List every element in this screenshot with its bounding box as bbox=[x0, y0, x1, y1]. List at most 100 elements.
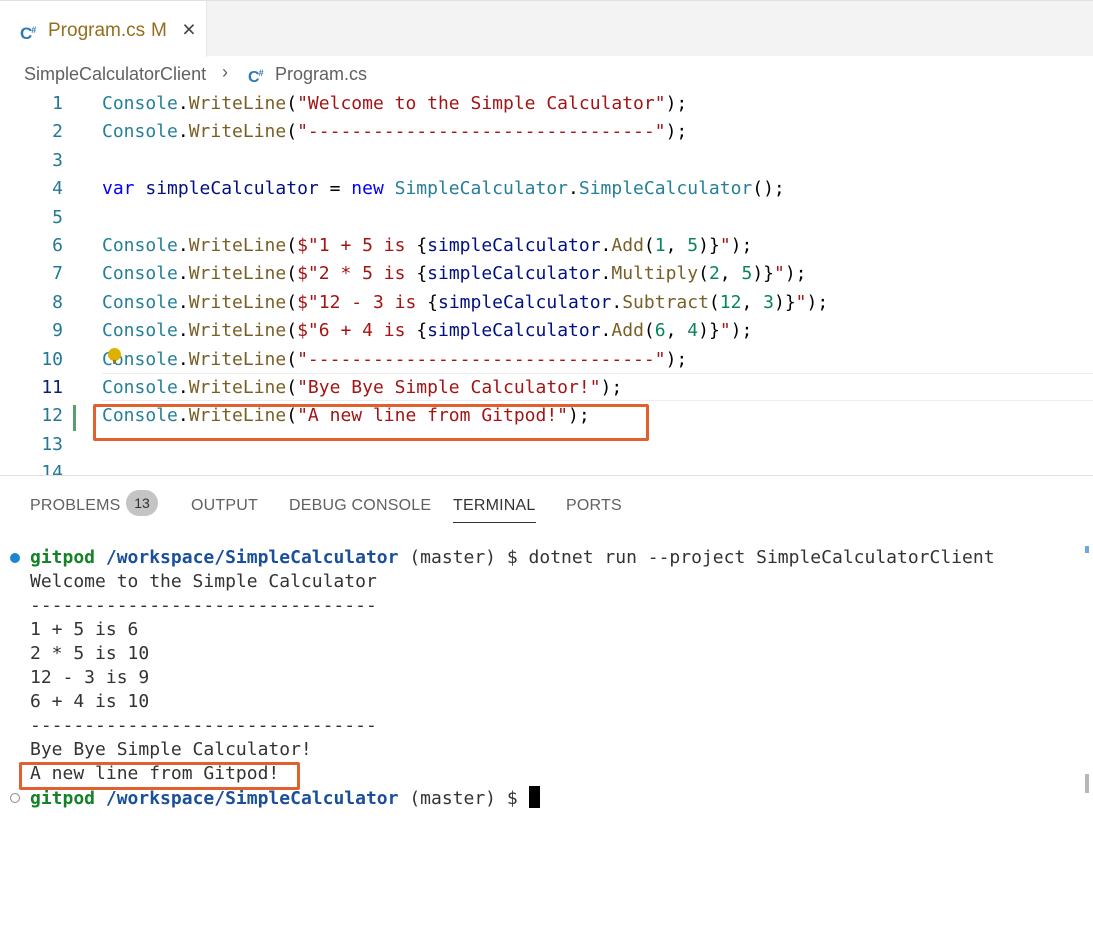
code-token: ( bbox=[286, 320, 298, 342]
code-token: . bbox=[177, 121, 189, 143]
prompt-branch: (master) $ bbox=[409, 547, 518, 568]
code-token: Add bbox=[611, 320, 644, 342]
code-text: Console.WriteLine($"2 * 5 is {simpleCalc… bbox=[102, 260, 807, 288]
code-token: ( bbox=[286, 291, 298, 313]
code-token: ); bbox=[665, 121, 688, 143]
code-token: . bbox=[611, 291, 623, 313]
line-number: 1 bbox=[52, 93, 63, 114]
tab-output[interactable]: OUTPUT bbox=[191, 496, 258, 516]
code-token: $"1 + 5 is bbox=[297, 235, 417, 256]
tab-ports[interactable]: PORTS bbox=[566, 496, 622, 516]
code-line[interactable]: 7 Console.WriteLine($"2 * 5 is {simpleCal… bbox=[0, 260, 1093, 288]
code-token: ( bbox=[286, 263, 298, 285]
code-line[interactable]: 5 bbox=[0, 204, 1093, 232]
line-number: 2 bbox=[52, 121, 63, 143]
code-token: . bbox=[177, 377, 189, 398]
code-token: . bbox=[177, 348, 189, 370]
command-pending-icon[interactable] bbox=[10, 793, 20, 803]
code-text: Console.WriteLine($"12 - 3 is {simpleCal… bbox=[102, 289, 828, 317]
code-text: Console.WriteLine($"1 + 5 is {simpleCalc… bbox=[102, 232, 752, 260]
terminal-line: -------------------------------- bbox=[30, 715, 377, 736]
code-token: $"12 - 3 is bbox=[297, 291, 428, 313]
breadcrumb-folder[interactable]: SimpleCalculatorClient bbox=[24, 63, 206, 85]
code-token: Console bbox=[102, 291, 178, 313]
code-token: { bbox=[416, 320, 428, 342]
code-token: { bbox=[416, 263, 428, 285]
code-token: , bbox=[719, 263, 742, 285]
code-text: Console.WriteLine("---------------------… bbox=[102, 118, 687, 146]
code-token: ( bbox=[286, 348, 298, 370]
code-token: ( bbox=[286, 93, 298, 114]
code-line[interactable]: 4 var simpleCalculator = new SimpleCalcul… bbox=[0, 175, 1093, 203]
terminal-line: 6 + 4 is 10 bbox=[30, 691, 150, 712]
line-number: 5 bbox=[52, 206, 63, 228]
code-token: 6 bbox=[654, 320, 666, 342]
code-token: ); bbox=[665, 93, 688, 114]
tab-problems[interactable]: PROBLEMS bbox=[30, 496, 121, 516]
code-token: " bbox=[795, 291, 807, 313]
tab-debug-console[interactable]: DEBUG CONSOLE bbox=[289, 496, 431, 516]
code-token: Console bbox=[102, 263, 178, 285]
terminal-line: Bye Bye Simple Calculator! bbox=[30, 739, 312, 760]
code-token: 3 bbox=[763, 291, 774, 313]
code-token: ( bbox=[286, 377, 298, 398]
command-success-icon[interactable] bbox=[10, 553, 20, 563]
tab-program-cs[interactable]: C# Program.cs M × bbox=[0, 1, 207, 57]
tab-terminal[interactable]: TERMINAL bbox=[453, 496, 536, 523]
close-icon[interactable]: × bbox=[179, 17, 199, 41]
code-line[interactable]: 3 bbox=[0, 147, 1093, 175]
tab-filename: Program.cs bbox=[48, 20, 146, 41]
code-line[interactable]: 11 Console.WriteLine("Bye Bye Simple Calc… bbox=[0, 374, 1093, 402]
code-token: . bbox=[177, 235, 189, 256]
code-token: var bbox=[102, 178, 135, 200]
lightbulb-icon[interactable] bbox=[108, 348, 121, 364]
code-token: WriteLine bbox=[188, 263, 287, 285]
code-token: "--------------------------------" bbox=[297, 121, 666, 143]
code-token: WriteLine bbox=[188, 291, 287, 313]
code-token: . bbox=[568, 178, 579, 200]
code-token: WriteLine bbox=[188, 377, 287, 398]
terminal-command-line: gitpod /workspace/SimpleCalculator (mast… bbox=[0, 546, 1093, 570]
code-token: Subtract bbox=[622, 291, 709, 313]
terminal-cursor bbox=[528, 786, 540, 808]
breadcrumb: SimpleCalculatorClient › C# Program.cs bbox=[0, 56, 1093, 90]
terminal-scrollbar-thumb[interactable] bbox=[1085, 774, 1089, 793]
code-token: WriteLine bbox=[188, 235, 287, 256]
line-number: 14 bbox=[41, 462, 63, 475]
code-token: ); bbox=[665, 348, 688, 370]
code-line[interactable]: 14 bbox=[0, 459, 1093, 475]
code-token: simpleCalculator bbox=[427, 320, 601, 342]
code-line[interactable]: 10 Console.WriteLine("-------------------… bbox=[0, 346, 1093, 374]
code-token: , bbox=[665, 320, 688, 342]
highlight-box-terminal bbox=[19, 762, 300, 790]
code-token: "Bye Bye Simple Calculator!" bbox=[297, 377, 601, 398]
breadcrumb-file[interactable]: Program.cs bbox=[275, 63, 367, 85]
code-text: Console.WriteLine("Bye Bye Simple Calcul… bbox=[102, 374, 622, 402]
code-token: " bbox=[719, 235, 731, 256]
prompt-branch: (master) $ bbox=[409, 788, 518, 809]
code-line[interactable]: 9 Console.WriteLine($"6 + 4 is {simpleCal… bbox=[0, 317, 1093, 345]
code-token: ( bbox=[708, 291, 720, 313]
code-line[interactable]: 2 Console.WriteLine("--------------------… bbox=[0, 118, 1093, 146]
code-token: SimpleCalculator bbox=[394, 178, 569, 200]
code-token: 5 bbox=[687, 235, 699, 256]
code-token: 1 bbox=[654, 235, 666, 256]
code-line[interactable]: 8 Console.WriteLine($"12 - 3 is {simpleCa… bbox=[0, 289, 1093, 317]
code-text: var simpleCalculator = new SimpleCalcula… bbox=[102, 175, 785, 203]
code-token: " bbox=[719, 320, 731, 342]
line-number: 12 bbox=[41, 405, 63, 427]
csharp-icon: C# bbox=[248, 68, 264, 86]
code-token: (); bbox=[752, 178, 785, 200]
code-line[interactable]: 6 Console.WriteLine($"1 + 5 is {simpleCal… bbox=[0, 232, 1093, 260]
prompt-user: gitpod bbox=[30, 547, 96, 568]
code-token: WriteLine bbox=[188, 93, 287, 114]
code-line[interactable]: 1 Console.WriteLine("Welcome to the Simpl… bbox=[0, 90, 1093, 118]
code-token: Multiply bbox=[611, 263, 699, 285]
code-token: , bbox=[741, 291, 764, 313]
code-token: $"6 + 4 is bbox=[297, 320, 417, 342]
code-token: . bbox=[177, 291, 189, 313]
code-token: ); bbox=[600, 377, 623, 398]
bottom-panel: PROBLEMS 13 OUTPUT DEBUG CONSOLE TERMINA… bbox=[0, 475, 1093, 942]
